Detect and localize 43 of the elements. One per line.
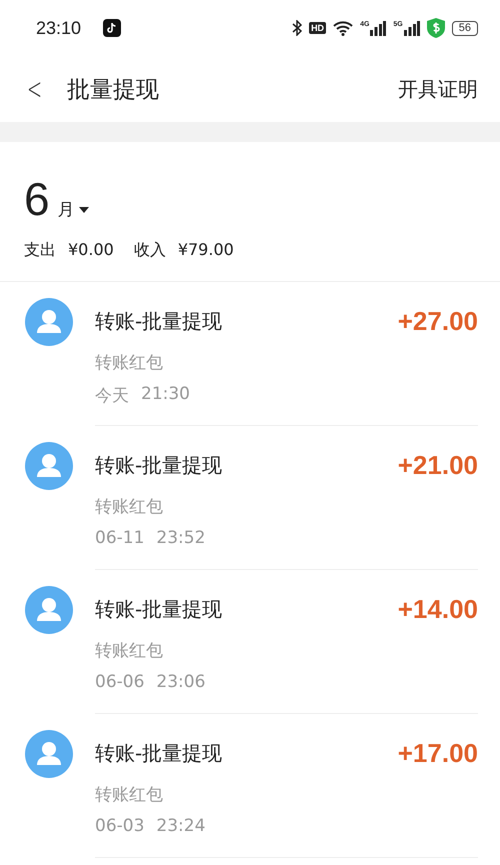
transaction-type: 转账红包 [95,496,164,518]
transaction-title: 转账-批量提现 [95,596,222,623]
month-selector[interactable]: 月 [58,198,89,221]
transaction-time: 23:24 [156,816,206,836]
income-amount: ¥79.00 [178,240,234,261]
avatar-icon [25,586,73,634]
transaction-time: 23:06 [156,672,206,692]
battery-indicator: 56 [452,20,478,36]
transaction-time: 21:30 [141,384,190,406]
avatar-icon [25,730,73,778]
shield-icon [426,18,445,38]
transaction-type: 转账红包 [95,640,164,662]
expense-amount: ¥0.00 [68,240,114,261]
hd-badge: HD [309,22,326,34]
issue-certificate-button[interactable]: 开具证明 [398,76,478,102]
transaction-date: 今天 [95,385,129,407]
app-icon [103,19,122,37]
transaction-title: 转账-批量提现 [95,740,222,767]
transaction-title: 转账-批量提现 [95,308,222,335]
transaction-type: 转账红包 [95,352,164,374]
transaction-title: 转账-批量提现 [95,452,222,479]
page-title: 批量提现 [67,76,160,104]
transaction-type: 转账红包 [95,784,164,806]
status-time: 23:10 [36,18,82,38]
expense-label: 支出 [24,240,56,261]
caret-icon [78,206,89,212]
transaction-date: 06-06 [95,672,144,692]
signal-icon [404,20,420,36]
avatar-icon [25,442,73,490]
transaction-date: 06-03 [95,816,144,836]
income-label: 收入 [134,240,166,261]
transaction-amount: +21.00 [398,450,478,481]
month-number: 6 [24,172,50,226]
transaction-date: 06-11 [95,528,144,548]
wifi-icon [333,20,354,36]
transaction-time: 23:52 [156,528,206,548]
back-button[interactable]: < [27,72,42,106]
avatar-icon [25,298,73,346]
transaction-amount: +27.00 [398,306,478,337]
bluetooth-icon [292,20,302,36]
signal-icon [370,20,386,36]
transaction-amount: +14.00 [398,594,478,625]
transaction-amount: +17.00 [398,738,478,769]
